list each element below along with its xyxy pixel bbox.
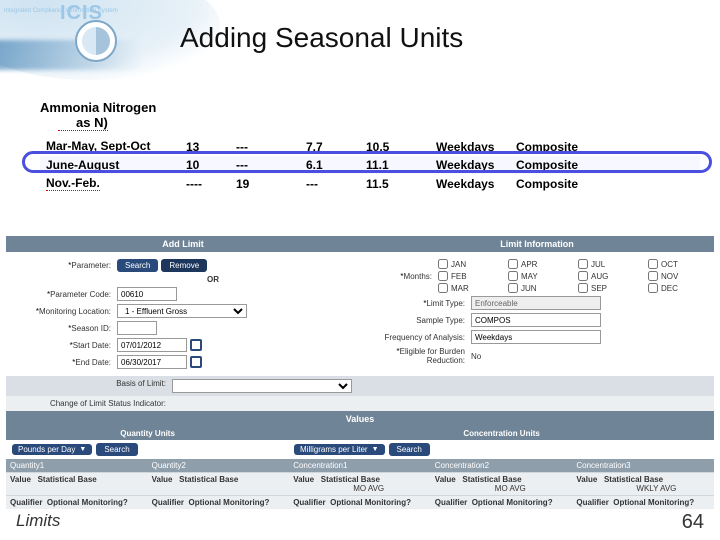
season-id-input[interactable] — [117, 321, 157, 335]
limit-info-column: Months: JAN APR JUL OCT FEB MAY AUG NOV … — [360, 252, 714, 376]
slide-title: Adding Seasonal Units — [180, 22, 463, 54]
eligible-value: No — [471, 352, 481, 361]
label-start-date: Start Date: — [12, 341, 117, 350]
add-limit-form: Add Limit Limit Information Parameter: S… — [6, 236, 714, 509]
subheader: Concentration2 — [431, 459, 573, 472]
or-label: OR — [12, 275, 354, 284]
concentration-units-header: Concentration Units — [289, 427, 714, 440]
search-button[interactable]: Search — [96, 443, 137, 456]
page-number: 64 — [682, 511, 704, 534]
subheader: Quantity2 — [148, 459, 290, 472]
system-subtitle: Integrated Compliance Information System — [4, 8, 118, 14]
month-checkbox: NOV — [648, 271, 708, 281]
monitoring-location-select[interactable]: 1 - Effluent Gross — [117, 304, 247, 318]
month-checkbox: JUN — [508, 283, 568, 293]
limits-data-table-area: Ammonia Nitrogen as N) Mar-May, Sept-Oct… — [40, 100, 700, 193]
quantity-unit-select[interactable]: Pounds per Day▼ — [12, 444, 92, 455]
add-limit-column: Parameter: Search Remove OR Parameter Co… — [6, 252, 360, 376]
month-checkbox: FEB — [438, 271, 498, 281]
label-sample-type: Sample Type: — [366, 316, 471, 325]
subheader: Concentration3 — [572, 459, 714, 472]
limit-type-field — [471, 296, 601, 310]
footer-section-name: Limits — [16, 511, 60, 534]
concentration-unit-select[interactable]: Milligrams per Liter▼ — [294, 444, 385, 455]
parameter-name-line2: as N) — [40, 115, 700, 131]
month-checkbox: JUL — [578, 259, 638, 269]
label-parameter: Parameter: — [12, 261, 117, 270]
section-header-limit-info: Limit Information — [360, 236, 714, 252]
label-change-indicator: Change of Limit Status Indicator: — [12, 399, 172, 408]
parameter-name-line1: Ammonia Nitrogen — [40, 100, 700, 115]
start-date-input[interactable] — [117, 338, 187, 352]
months-grid: JAN APR JUL OCT FEB MAY AUG NOV MAR JUN … — [438, 259, 708, 293]
basis-of-limit-select[interactable] — [172, 379, 352, 393]
epa-logo — [75, 20, 117, 62]
values-header: Values — [6, 411, 714, 427]
label-freq-analysis: Frequency of Analysis: — [366, 333, 471, 342]
section-header-add-limit: Add Limit — [6, 236, 360, 252]
sample-type-field[interactable] — [471, 313, 601, 327]
row-callout — [22, 151, 712, 173]
label-end-date: End Date: — [12, 358, 117, 367]
calendar-icon[interactable] — [190, 339, 202, 351]
label-limit-type: Limit Type: — [366, 299, 471, 308]
month-checkbox: DEC — [648, 283, 708, 293]
subheader: Concentration1 — [289, 459, 431, 472]
table-row: Nov.-Feb. ---- 19 --- 11.5 Weekdays Comp… — [40, 174, 700, 193]
label-months: Months: — [366, 272, 438, 281]
subheader: Quantity1 — [6, 459, 148, 472]
month-checkbox: MAY — [508, 271, 568, 281]
remove-button[interactable]: Remove — [161, 259, 207, 272]
values-grid: Value Statistical Base Value Statistical… — [6, 472, 714, 509]
month-checkbox: AUG — [578, 271, 638, 281]
quantity-units-header: Quantity Units — [6, 427, 289, 440]
month-checkbox: MAR — [438, 283, 498, 293]
label-season-id: Season ID: — [12, 324, 117, 333]
month-checkbox: JAN — [438, 259, 498, 269]
label-monitoring-location: Monitoring Location: — [12, 307, 117, 316]
parameter-code-input[interactable] — [117, 287, 177, 301]
freq-analysis-field[interactable] — [471, 330, 601, 344]
slide-footer: Limits 64 — [0, 511, 720, 534]
label-eligible: Eligible for Burden Reduction: — [366, 347, 471, 365]
search-button[interactable]: Search — [389, 443, 430, 456]
search-button[interactable]: Search — [117, 259, 158, 272]
end-date-input[interactable] — [117, 355, 187, 369]
month-checkbox: SEP — [578, 283, 638, 293]
calendar-icon[interactable] — [190, 356, 202, 368]
label-parameter-code: Parameter Code: — [12, 290, 117, 299]
label-basis-of-limit: Basis of Limit: — [12, 379, 172, 393]
month-checkbox: APR — [508, 259, 568, 269]
month-checkbox: OCT — [648, 259, 708, 269]
